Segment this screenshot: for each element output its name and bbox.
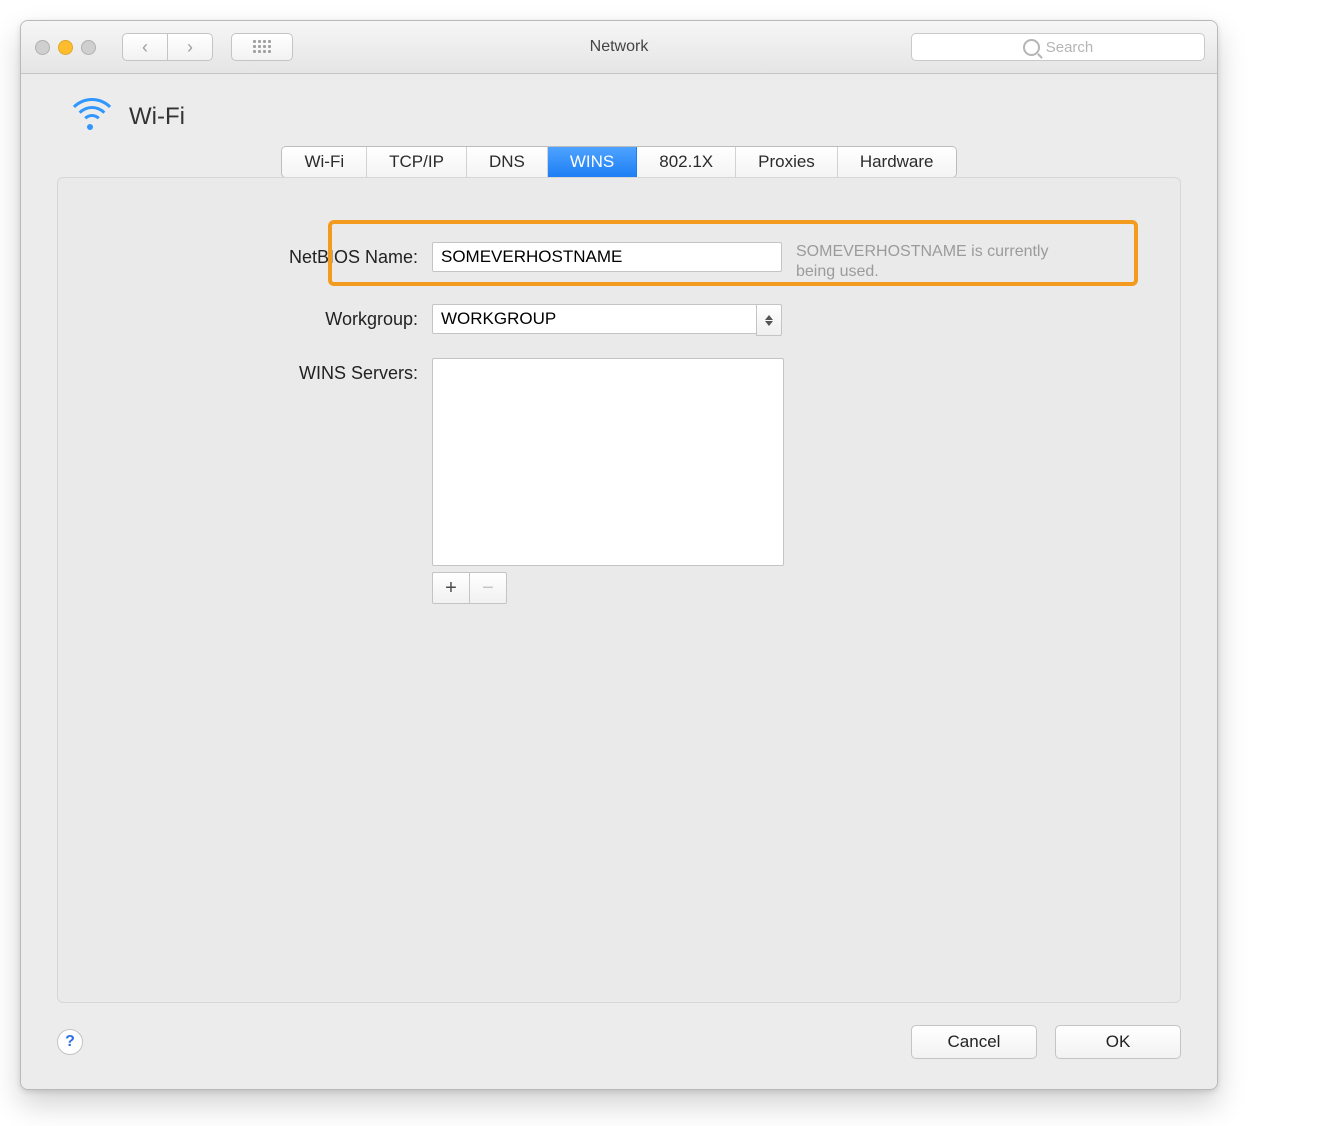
window-controls [21,40,96,55]
forward-button[interactable]: › [168,33,213,61]
zoom-window-button[interactable] [81,40,96,55]
wifi-icon [65,98,115,136]
tab-dns[interactable]: DNS [467,147,548,177]
help-button[interactable]: ? [57,1029,83,1055]
show-all-button[interactable] [231,33,293,61]
ok-button[interactable]: OK [1055,1025,1181,1059]
tab-tcpip[interactable]: TCP/IP [367,147,467,177]
wins-list-buttons: + − [432,572,782,604]
nav-buttons: ‹ › [122,33,213,61]
cancel-button[interactable]: Cancel [911,1025,1037,1059]
netbios-label: NetBIOS Name: [118,242,418,272]
network-preferences-window: ‹ › Network Search Wi-Fi [20,20,1218,1090]
wins-servers-label: WINS Servers: [118,358,418,388]
settings-tabbar: Wi-Fi TCP/IP DNS WINS 802.1X Proxies Har… [281,146,956,178]
tab-wins[interactable]: WINS [548,147,637,177]
wins-pane: NetBIOS Name: SOMEVERHOSTNAME is current… [57,177,1181,1003]
grid-icon [253,40,271,54]
wins-servers-list[interactable] [432,358,784,566]
netbios-hint: SOMEVERHOSTNAME is currently being used. [796,242,1056,282]
chevron-up-icon [765,315,773,320]
tab-wifi[interactable]: Wi-Fi [282,147,367,177]
workgroup-input[interactable] [432,304,756,334]
netbios-name-input[interactable] [432,242,782,272]
plus-icon: + [445,577,457,600]
workgroup-label: Workgroup: [118,304,418,334]
tab-hardware[interactable]: Hardware [838,147,956,177]
back-button[interactable]: ‹ [122,33,168,61]
chevron-down-icon [765,321,773,326]
search-icon [1023,39,1040,56]
panel-heading: Wi-Fi [65,98,1181,136]
footer: ? Cancel OK [57,1025,1181,1059]
chevron-left-icon: ‹ [142,37,148,58]
tab-proxies[interactable]: Proxies [736,147,838,177]
add-wins-server-button[interactable]: + [432,572,470,604]
workgroup-stepper[interactable] [756,304,782,336]
remove-wins-server-button[interactable]: − [470,572,507,604]
minus-icon: − [482,577,494,600]
panel-title: Wi-Fi [129,103,185,131]
minimize-window-button[interactable] [58,40,73,55]
close-window-button[interactable] [35,40,50,55]
workgroup-row: Workgroup: [118,304,1120,336]
titlebar: ‹ › Network Search [21,21,1217,74]
wins-servers-row: WINS Servers: + − [118,358,1120,604]
search-field[interactable]: Search [911,33,1205,61]
search-placeholder: Search [1046,39,1094,56]
help-icon: ? [65,1033,75,1051]
workgroup-combobox[interactable] [432,304,782,336]
chevron-right-icon: › [187,37,193,58]
window-body: Wi-Fi Wi-Fi TCP/IP DNS WINS 802.1X Proxi… [21,74,1217,1089]
netbios-row: NetBIOS Name: SOMEVERHOSTNAME is current… [118,242,1120,282]
tab-8021x[interactable]: 802.1X [637,147,736,177]
